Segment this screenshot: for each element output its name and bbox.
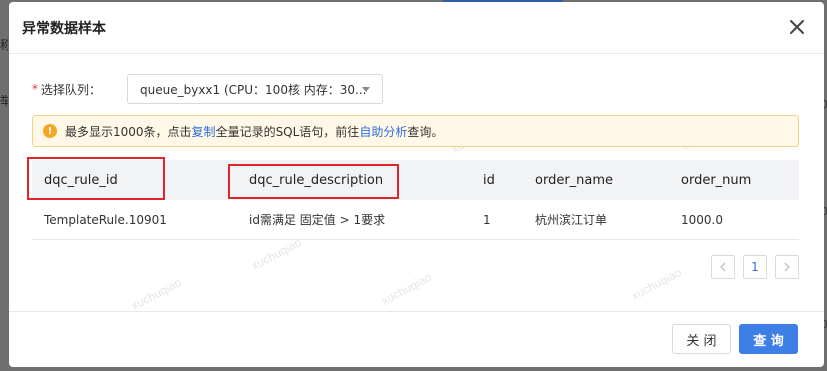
dialog-title: 异常数据样本	[22, 20, 106, 37]
chevron-right-icon[interactable]	[775, 255, 799, 279]
abnormal-data-sample-dialog: 异常数据样本 xuchuqiao xuchuqiao xuchuqiao xuc…	[9, 2, 824, 367]
table-cell: 1	[483, 212, 491, 227]
column-header-id: id	[483, 172, 495, 188]
notice-text: 查询。	[407, 124, 444, 139]
table-cell: 杭州滨江订单	[535, 213, 608, 227]
background-label: 举	[0, 94, 8, 108]
limit-notice: ! 最多显示1000条，点击 复制 全量记录的SQL语句，前往 自助分析 查询。	[32, 115, 799, 147]
column-header-order-num: order_num	[681, 172, 752, 188]
chevron-down-icon	[362, 87, 370, 92]
table-cell: 1000.0	[681, 212, 723, 227]
highlight-box-dqc-rule-description	[228, 164, 399, 199]
close-icon[interactable]	[788, 18, 806, 36]
self-service-analysis-link[interactable]: 自助分析	[359, 123, 407, 140]
queue-selected-value: queue_byxx1 (CPU：100核 内存：30...	[140, 82, 367, 97]
queue-selector-row: * 选择队列： queue_byxx1 (CPU：100核 内存：30...	[32, 74, 383, 104]
page-number[interactable]: 1	[743, 255, 767, 279]
watermark: xuchuqiao	[628, 264, 684, 304]
watermark: xuchuqiao	[248, 234, 304, 274]
column-header-order-name: order_name	[535, 172, 614, 188]
close-button[interactable]: 关 闭	[672, 324, 731, 354]
query-button[interactable]: 查 询	[739, 324, 798, 354]
chevron-left-icon[interactable]	[711, 255, 735, 279]
notice-text: 全量记录的SQL语句，前往	[215, 124, 360, 139]
copy-sql-link[interactable]: 复制	[192, 123, 216, 140]
watermark: xuchuqiao	[128, 274, 184, 314]
table-row: TemplateRule.10901 id需满足 固定值 > 1要求 1 杭州滨…	[32, 200, 799, 240]
warning-icon: !	[43, 124, 57, 138]
queue-label: 选择队列：	[41, 82, 102, 97]
queue-select[interactable]: queue_byxx1 (CPU：100核 内存：30...	[127, 74, 383, 104]
dialog-header: 异常数据样本	[9, 2, 824, 54]
watermark: xuchuqiao	[378, 269, 434, 309]
table-cell: TemplateRule.10901	[44, 212, 167, 227]
table-cell: id需满足 固定值 > 1要求	[249, 213, 386, 227]
pagination: 1	[711, 255, 799, 279]
notice-text: 最多显示1000条，点击	[65, 124, 192, 139]
dialog-footer: 关 闭 查 询	[9, 311, 824, 367]
highlight-box-dqc-rule-id	[27, 157, 165, 200]
background-label: 称	[0, 38, 8, 52]
required-mark: *	[32, 82, 38, 96]
